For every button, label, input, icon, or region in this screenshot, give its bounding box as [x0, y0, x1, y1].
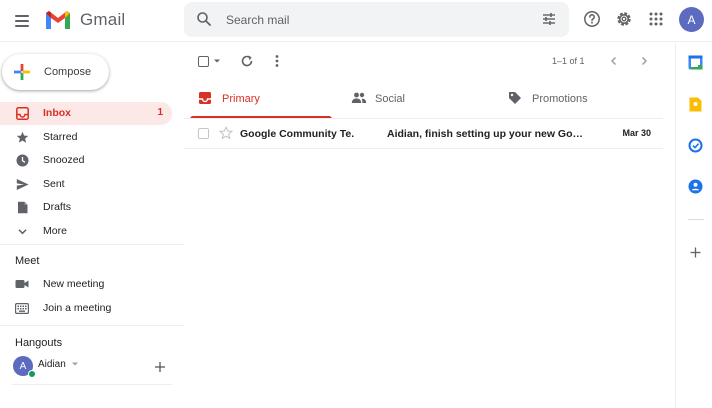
- contacts-icon[interactable]: [688, 179, 703, 194]
- search-icon[interactable]: [196, 11, 212, 27]
- gmail-logo-icon[interactable]: [44, 9, 72, 31]
- checkbox-box: [197, 55, 209, 67]
- sidebar-divider: [12, 384, 172, 385]
- draft-icon: [15, 200, 29, 214]
- meet-section-title: Meet: [15, 255, 40, 267]
- sidebar-item-label: Starred: [43, 131, 78, 143]
- inbox-icon: [15, 106, 29, 120]
- menu-line: [15, 15, 29, 17]
- email-select-checkbox[interactable]: [198, 128, 209, 139]
- meet-item-label: Join a meeting: [43, 302, 112, 314]
- apps-grid-icon[interactable]: [646, 9, 666, 29]
- select-all-checkbox[interactable]: [194, 52, 212, 70]
- email-sender: Google Community Te.: [240, 128, 355, 140]
- video-camera-icon: [15, 277, 29, 291]
- menu-line: [15, 25, 29, 27]
- tab-promotions[interactable]: Promotions: [500, 80, 660, 119]
- meet-new-meeting[interactable]: New meeting: [0, 273, 172, 296]
- help-icon[interactable]: [582, 9, 602, 29]
- sidebar-item-starred[interactable]: Starred: [0, 126, 172, 149]
- menu-line: [15, 20, 29, 22]
- hangouts-user-name[interactable]: Aidian: [38, 359, 79, 370]
- chevron-down-icon: [15, 224, 29, 238]
- pagination-range: 1–1 of 1: [552, 56, 585, 66]
- tag-icon: [509, 92, 521, 104]
- tab-label: Social: [375, 93, 405, 105]
- tab-social[interactable]: Social: [343, 80, 493, 119]
- more-options-icon[interactable]: [268, 52, 286, 70]
- tasks-icon[interactable]: [688, 138, 703, 153]
- keep-notes-icon[interactable]: [688, 97, 703, 112]
- tab-label: Primary: [222, 93, 260, 105]
- keyboard-icon: [15, 301, 29, 315]
- people-icon: [351, 92, 367, 103]
- email-subject: Aidian, finish setting up your new Goog…: [387, 128, 587, 140]
- account-avatar[interactable]: A: [679, 7, 704, 32]
- select-dropdown-icon[interactable]: [211, 52, 223, 70]
- email-row[interactable]: Google Community Te. Aidian, finish sett…: [184, 119, 663, 149]
- sidebar-item-label: Drafts: [43, 201, 72, 213]
- unread-count-badge: 1: [157, 107, 163, 118]
- older-page-chevron-right-icon[interactable]: [635, 52, 653, 70]
- star-outline-icon[interactable]: [219, 126, 233, 140]
- sidebar-item-snoozed[interactable]: Snoozed: [0, 149, 172, 172]
- refresh-icon[interactable]: [238, 52, 256, 70]
- sidebar-item-drafts[interactable]: Drafts: [0, 196, 172, 219]
- app-name[interactable]: Gmail: [80, 10, 125, 30]
- main-menu-button[interactable]: [12, 11, 32, 31]
- meet-join-meeting[interactable]: Join a meeting: [0, 297, 172, 320]
- email-date: Mar 30: [622, 128, 651, 138]
- side-panel-divider: [688, 219, 704, 220]
- hangouts-section-title: Hangouts: [15, 337, 63, 349]
- search-options-icon[interactable]: [541, 11, 557, 27]
- send-icon: [15, 177, 29, 191]
- compose-button[interactable]: Compose: [2, 54, 109, 90]
- tab-primary[interactable]: Primary: [190, 80, 332, 119]
- clock-icon: [15, 153, 29, 167]
- sidebar-divider: [0, 244, 184, 245]
- search-bar[interactable]: [184, 2, 569, 37]
- compose-plus-icon: [14, 64, 30, 80]
- online-status-dot: [28, 370, 36, 378]
- sidebar-item-more[interactable]: More: [0, 220, 172, 243]
- sidebar-divider: [0, 325, 184, 326]
- top-bar: Gmail Search mail A: [0, 0, 712, 42]
- sidebar-item-label: Inbox: [43, 107, 71, 119]
- sidebar-item-sent[interactable]: Sent: [0, 173, 172, 196]
- tab-label: Promotions: [532, 93, 588, 105]
- newer-page-chevron-left-icon[interactable]: [605, 52, 623, 70]
- sidebar-item-label: Sent: [43, 178, 65, 190]
- caret-down-icon: [71, 362, 78, 366]
- settings-gear-icon[interactable]: [614, 9, 634, 29]
- add-hangout-icon[interactable]: [153, 360, 167, 374]
- meet-item-label: New meeting: [43, 278, 105, 290]
- search-input[interactable]: [226, 10, 516, 30]
- side-panel: [675, 43, 712, 408]
- compose-label: Compose: [44, 66, 92, 78]
- calendar-icon[interactable]: [688, 55, 703, 70]
- sidebar-item-inbox[interactable]: Inbox 1: [0, 102, 172, 125]
- sidebar-item-label: More: [43, 225, 67, 237]
- hangouts-user-label: Aidian: [38, 359, 66, 370]
- star-icon: [15, 130, 29, 144]
- get-addons-plus-icon[interactable]: [688, 245, 703, 260]
- inbox-icon: [199, 92, 211, 104]
- sidebar-item-label: Snoozed: [43, 154, 85, 166]
